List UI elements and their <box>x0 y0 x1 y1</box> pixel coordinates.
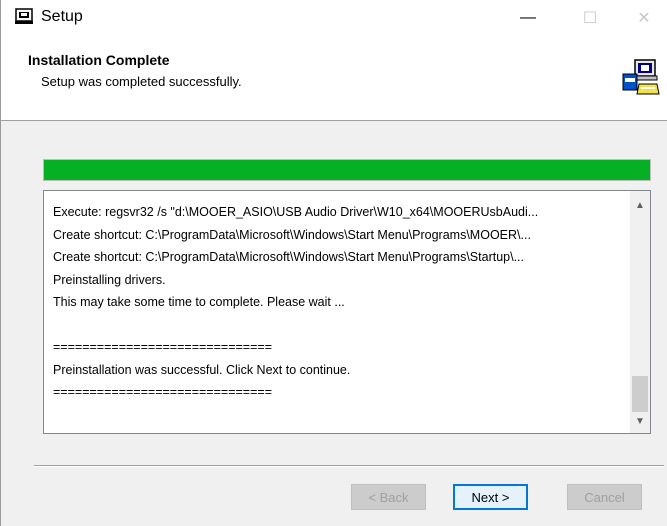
back-button[interactable]: < Back <box>351 484 426 510</box>
close-button[interactable]: ✕ <box>621 0 667 36</box>
cancel-button[interactable]: Cancel <box>567 484 642 510</box>
page-subtitle: Setup was completed successfully. <box>41 74 242 89</box>
wizard-header: Installation Complete Setup was complete… <box>1 36 667 121</box>
installer-computer-icon <box>622 59 660 95</box>
maximize-button[interactable]: ☐ <box>567 0 613 36</box>
next-button[interactable]: Next > <box>453 484 528 510</box>
install-log[interactable]: Execute: regsvr32 /s "d:\MOOER_ASIO\USB … <box>43 190 651 434</box>
title-bar[interactable]: Setup — ☐ ✕ <box>1 0 667 36</box>
scroll-up-icon[interactable]: ▲ <box>630 195 650 215</box>
log-line: ============================== <box>53 340 272 354</box>
log-line: Create shortcut: C:\ProgramData\Microsof… <box>53 227 531 242</box>
log-line: Preinstalling drivers. <box>53 272 166 287</box>
setup-window: Setup — ☐ ✕ Installation Complete Setup … <box>0 0 667 526</box>
scroll-thumb[interactable] <box>632 376 648 412</box>
scroll-down-icon[interactable]: ▼ <box>630 411 650 431</box>
page-title: Installation Complete <box>28 52 170 68</box>
log-scrollbar[interactable]: ▲ ▼ <box>630 191 650 433</box>
log-line: Execute: regsvr32 /s "d:\MOOER_ASIO\USB … <box>53 205 539 219</box>
progress-bar-fill <box>44 160 650 180</box>
footer-separator <box>34 465 664 467</box>
install-log-lines: Execute: regsvr32 /s "d:\MOOER_ASIO\USB … <box>53 201 623 404</box>
log-line: ============================== <box>53 385 272 399</box>
log-line: This may take some time to complete. Ple… <box>53 295 345 309</box>
progress-bar <box>43 159 651 181</box>
log-line: Preinstallation was successful. Click Ne… <box>53 362 351 377</box>
log-line: Create shortcut: C:\ProgramData\Microsof… <box>53 250 524 264</box>
minimize-button[interactable]: — <box>505 0 551 36</box>
installer-app-icon <box>15 8 33 24</box>
window-title: Setup <box>41 8 83 25</box>
